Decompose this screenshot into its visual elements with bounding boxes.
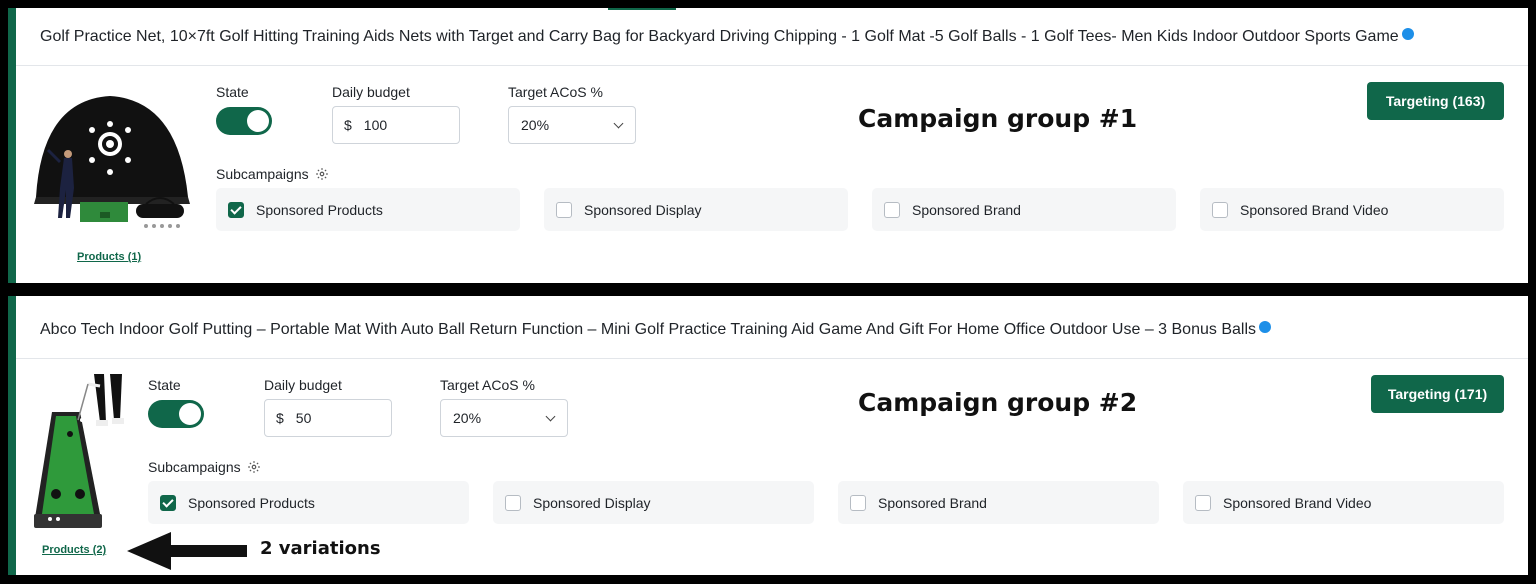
gear-icon[interactable]	[247, 460, 261, 474]
subcampaign-sponsored-brand-video[interactable]: Sponsored Brand Video	[1183, 481, 1504, 524]
subcampaign-label: Sponsored Brand Video	[1240, 201, 1389, 218]
daily-budget-value: 100	[363, 117, 388, 133]
subcampaign-label: Sponsored Display	[584, 201, 702, 218]
subcampaign-sponsored-products[interactable]: Sponsored Products	[216, 188, 520, 231]
subcampaign-sponsored-brand-video[interactable]: Sponsored Brand Video	[1200, 188, 1504, 231]
daily-budget-value: 50	[295, 410, 312, 426]
targeting-button[interactable]: Targeting (171)	[1371, 375, 1504, 413]
products-link[interactable]: Products (2)	[42, 544, 106, 556]
annotation-text: 2 variations	[260, 538, 381, 559]
checkbox[interactable]	[884, 201, 900, 218]
currency-symbol: $	[276, 410, 284, 426]
target-acos-value: 20%	[453, 410, 482, 426]
campaign-card-1: Golf Practice Net, 10×7ft Golf Hitting T…	[8, 8, 1528, 283]
campaign-card-2: Abco Tech Indoor Golf Putting – Portable…	[8, 296, 1528, 575]
product-title-text: Golf Practice Net, 10×7ft Golf Hitting T…	[40, 28, 1399, 45]
divider	[16, 358, 1528, 359]
subcampaign-label: Sponsored Display	[533, 494, 651, 511]
checkbox[interactable]	[1212, 201, 1228, 218]
target-acos-label: Target ACoS %	[440, 377, 535, 393]
checkbox-checked[interactable]	[160, 494, 176, 511]
daily-budget-input[interactable]: $ 50	[264, 399, 392, 437]
subcampaign-label: Sponsored Brand	[878, 494, 987, 511]
subcampaign-label: Sponsored Products	[188, 494, 315, 511]
subcampaign-label: Sponsored Brand	[912, 201, 1021, 218]
daily-budget-input[interactable]: $ 100	[332, 106, 460, 144]
chevron-down-icon	[613, 118, 624, 128]
status-dot-icon	[1401, 28, 1414, 40]
product-title: Abco Tech Indoor Golf Putting – Portable…	[40, 321, 1271, 339]
subcampaign-sponsored-brand[interactable]: Sponsored Brand	[872, 188, 1176, 231]
campaign-group-label: Campaign group #2	[858, 388, 1138, 417]
toggle-knob	[247, 110, 269, 132]
state-toggle[interactable]	[216, 107, 272, 135]
state-label: State	[216, 84, 249, 100]
subcampaigns-label: Subcampaigns	[148, 459, 241, 475]
toggle-knob	[179, 403, 201, 425]
target-acos-value: 20%	[521, 117, 550, 133]
products-link[interactable]: Products (1)	[77, 251, 141, 263]
campaign-group-label: Campaign group #1	[858, 104, 1138, 133]
subcampaign-sponsored-display[interactable]: Sponsored Display	[544, 188, 848, 231]
putting-mat-image	[30, 374, 130, 536]
subcampaign-sponsored-brand[interactable]: Sponsored Brand	[838, 481, 1159, 524]
target-acos-select[interactable]: 20%	[508, 106, 636, 144]
subcampaign-label: Sponsored Products	[256, 201, 383, 218]
targeting-button[interactable]: Targeting (163)	[1367, 82, 1504, 120]
checkbox[interactable]	[556, 201, 572, 218]
subcampaign-label: Sponsored Brand Video	[1223, 494, 1372, 511]
subcampaigns-label: Subcampaigns	[216, 166, 309, 182]
product-title: Golf Practice Net, 10×7ft Golf Hitting T…	[40, 28, 1414, 46]
subcampaigns-heading: Subcampaigns	[148, 459, 261, 475]
state-toggle[interactable]	[148, 400, 204, 428]
daily-budget-label: Daily budget	[332, 84, 410, 100]
golf-net-image	[30, 92, 194, 232]
checkbox[interactable]	[505, 494, 521, 511]
chevron-down-icon	[545, 411, 556, 421]
divider	[16, 65, 1528, 66]
card-top-tab	[608, 8, 676, 10]
subcampaign-sponsored-products[interactable]: Sponsored Products	[148, 481, 469, 524]
target-acos-label: Target ACoS %	[508, 84, 603, 100]
card-accent-bar	[8, 8, 16, 283]
checkbox-checked[interactable]	[228, 201, 244, 218]
subcampaigns-heading: Subcampaigns	[216, 166, 329, 182]
checkbox[interactable]	[850, 494, 866, 511]
state-label: State	[148, 377, 181, 393]
checkbox[interactable]	[1195, 494, 1211, 511]
product-title-text: Abco Tech Indoor Golf Putting – Portable…	[40, 321, 1256, 338]
gear-icon[interactable]	[315, 167, 329, 181]
subcampaign-sponsored-display[interactable]: Sponsored Display	[493, 481, 814, 524]
daily-budget-label: Daily budget	[264, 377, 342, 393]
currency-symbol: $	[344, 117, 352, 133]
target-acos-select[interactable]: 20%	[440, 399, 568, 437]
arrow-left-icon	[127, 532, 247, 570]
status-dot-icon	[1259, 321, 1271, 333]
card-accent-bar	[8, 296, 16, 575]
